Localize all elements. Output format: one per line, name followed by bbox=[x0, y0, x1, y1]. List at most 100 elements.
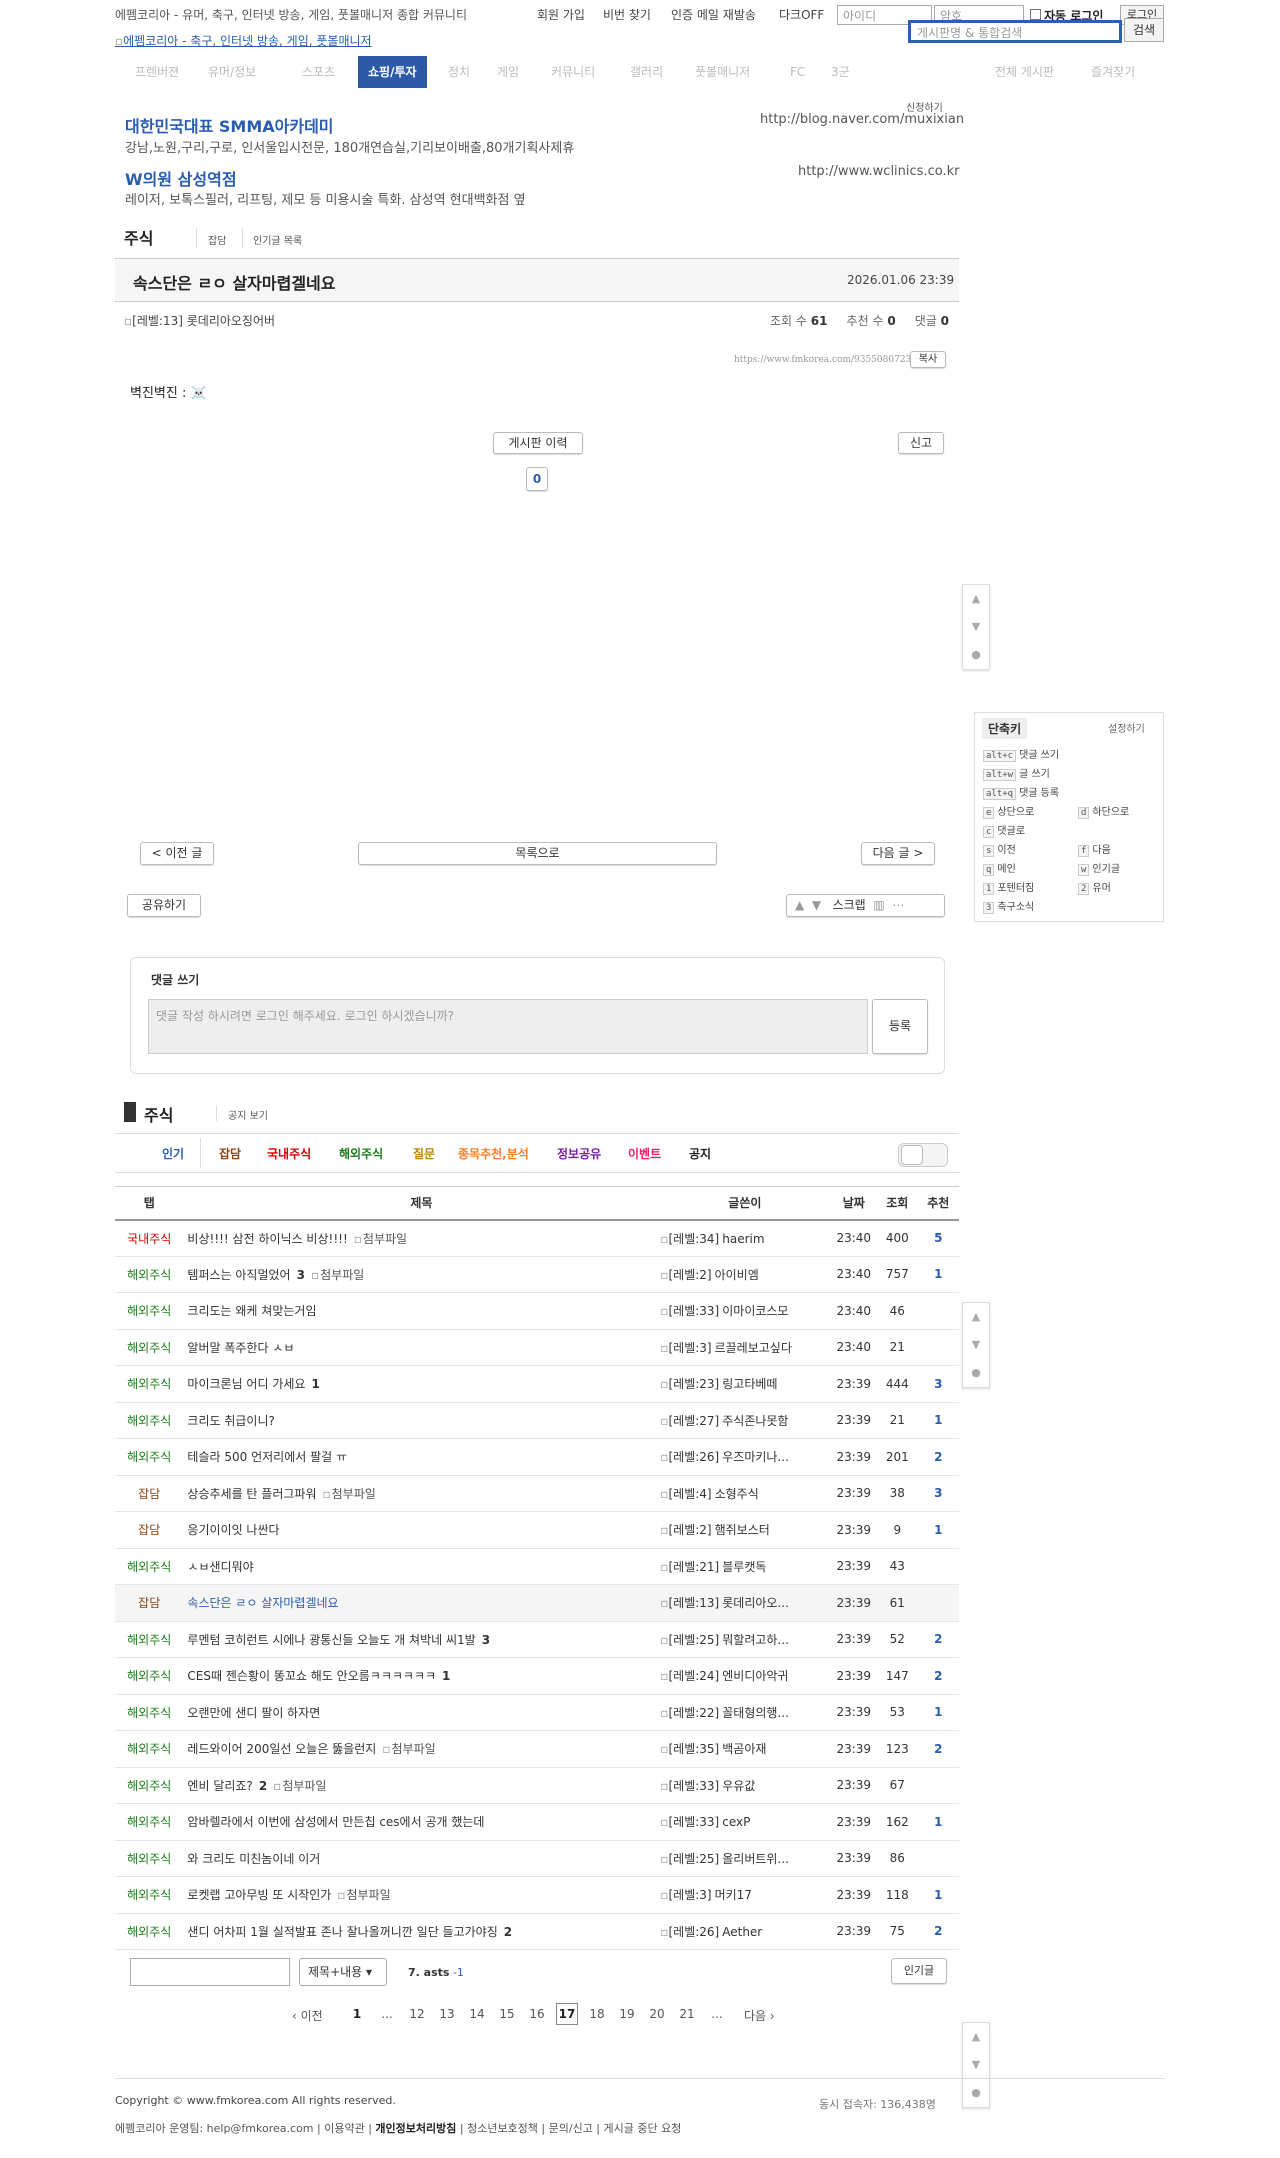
table-row[interactable]: 해외주식CES때 젠슨황이 똥꼬쇼 해도 안오름ㅋㅋㅋㅋㅋㅋ 1 [레벨:24]엔비… bbox=[115, 1657, 959, 1695]
row-title-cell[interactable]: 알버말 폭주한다 ㅅㅂ bbox=[183, 1329, 660, 1366]
tab-notice[interactable]: 공지 bbox=[689, 1145, 711, 1162]
comment-count[interactable]: 3 bbox=[482, 1633, 490, 1647]
row-author[interactable]: 소형주식 bbox=[715, 1487, 759, 1501]
footer-terms[interactable]: 이용약관 bbox=[324, 2122, 364, 2135]
row-author-cell[interactable]: [레벨:27]주식존나못함 bbox=[659, 1402, 831, 1439]
row-author[interactable]: 르끌레보고싶다 bbox=[715, 1341, 792, 1355]
row-category[interactable]: 해외주식 bbox=[115, 1767, 184, 1804]
view-toggle[interactable] bbox=[898, 1143, 948, 1167]
scrap-button[interactable]: 스크랩 bbox=[833, 898, 866, 912]
row-title-cell[interactable]: 크리도 취급이니? bbox=[183, 1402, 660, 1439]
table-row[interactable]: 해외주식알버말 폭주한다 ㅅㅂ [레벨:3] 르끌레보고싶다 23:4021 bbox=[115, 1329, 959, 1366]
comment-count[interactable]: 1 bbox=[442, 1669, 450, 1683]
page-link[interactable]: 1 bbox=[346, 2007, 368, 2021]
page-link[interactable]: 16 bbox=[526, 2007, 548, 2021]
row-title-cell[interactable]: 마이크론님 어디 가세요 1 bbox=[183, 1365, 660, 1403]
table-row[interactable]: 해외주식와 크리도 미친놈이네 이거[레벨:25]올리버트위...23:3986 bbox=[115, 1840, 959, 1877]
row-category[interactable]: 해외주식 bbox=[115, 1913, 184, 1950]
downvote-icon[interactable]: ▼ bbox=[812, 898, 821, 912]
footer-privacy[interactable]: 개인정보처리방침 bbox=[375, 2122, 456, 2135]
nav-item[interactable]: 스포츠 bbox=[292, 56, 345, 88]
row-title-cell[interactable]: 테슬라 500 언저리에서 팔걸 ㅠ bbox=[183, 1438, 660, 1476]
row-author-cell[interactable]: [레벨:26]Aether bbox=[659, 1913, 831, 1950]
row-author-cell[interactable]: [레벨:2] 햄쥐보스터 bbox=[659, 1511, 831, 1549]
row-author[interactable]: 백곰아재 bbox=[722, 1742, 766, 1756]
row-author[interactable]: 우유값 bbox=[722, 1779, 755, 1793]
row-title-cell[interactable]: 와 크리도 미친놈이네 이거 bbox=[183, 1840, 660, 1877]
footer-contact[interactable]: 에펨코리아 운영팀: help@fmkorea.com bbox=[115, 2122, 314, 2135]
notice-link[interactable]: 공지 보기 bbox=[228, 1107, 268, 1122]
list-board-title[interactable]: 주식 bbox=[144, 1102, 173, 1126]
row-title[interactable]: ㅅㅂ샌디뭐야 bbox=[187, 1560, 253, 1574]
search-type-select[interactable]: 제목+내용 ▾ bbox=[299, 1958, 387, 1986]
row-category[interactable]: 잡담 bbox=[115, 1584, 184, 1622]
row-author[interactable]: cexP bbox=[722, 1815, 750, 1829]
table-row[interactable]: 해외주식ㅅㅂ샌디뭐야[레벨:21]블루캣독23:3943 bbox=[115, 1548, 959, 1585]
next-page-link[interactable]: 다음 › bbox=[744, 2007, 775, 2024]
row-title-cell[interactable]: 상승추세를 탄 플러그파워 첨부파일 bbox=[183, 1475, 660, 1512]
page-link[interactable]: 19 bbox=[616, 2007, 638, 2021]
footer-youth[interactable]: 청소년보호정책 bbox=[467, 2122, 538, 2135]
row-category[interactable]: 해외주식 bbox=[115, 1876, 184, 1914]
scroll-bottom-icon[interactable]: ▼ bbox=[963, 1331, 989, 1359]
row-title[interactable]: 크리도는 왜케 쳐맞는거임 bbox=[187, 1304, 316, 1318]
row-title-cell[interactable]: 비상!!!! 삼전 하이닉스 비상!!!! 첨부파일 bbox=[183, 1219, 660, 1257]
row-author[interactable]: haerim bbox=[722, 1232, 764, 1246]
page-link[interactable]: 13 bbox=[436, 2007, 458, 2021]
more-icon[interactable]: ⋯ bbox=[892, 898, 904, 912]
row-author[interactable]: 뭐할려고하... bbox=[722, 1633, 789, 1647]
row-title-cell[interactable]: 루멘텀 코히런트 시에나 광통신들 오늘도 개 쳐박네 씨1발 3 bbox=[183, 1621, 660, 1658]
row-author-cell[interactable]: [레벨:35]백곰아재 bbox=[659, 1730, 831, 1768]
table-row[interactable]: 해외주식샌디 어차피 1월 실적발표 존나 잘나올꺼니깐 일단 들고가야징 2 [레… bbox=[115, 1913, 959, 1950]
list-search-input[interactable] bbox=[130, 1958, 290, 1986]
table-row[interactable]: 해외주식루멘텀 코히런트 시에나 광통신들 오늘도 개 쳐박네 씨1발 3 [레벨:… bbox=[115, 1621, 959, 1658]
row-title[interactable]: 루멘텀 코히런트 시에나 광통신들 오늘도 개 쳐박네 씨1발 bbox=[187, 1633, 475, 1647]
board-link-popular[interactable]: 인기글 목록 bbox=[253, 232, 302, 247]
row-author[interactable]: 올리버트위... bbox=[722, 1852, 789, 1866]
row-author-cell[interactable]: [레벨:24]엔비디아악귀 bbox=[659, 1657, 831, 1695]
table-row[interactable]: 해외주식로켓랩 고아무빙 또 시작인가첨부파일[레벨:3]머키1723:3911… bbox=[115, 1876, 959, 1914]
comment-submit-button[interactable]: 등록 bbox=[872, 999, 928, 1054]
row-title[interactable]: 엔비 달리죠? bbox=[187, 1779, 252, 1793]
site-logo[interactable]: ▫에펨코리아 - 축구, 인터넷 방송, 게임, 풋볼매니저 bbox=[115, 32, 372, 49]
row-category[interactable]: 해외주식 bbox=[115, 1840, 184, 1877]
row-title[interactable]: 로켓랩 고아무빙 또 시작인가 bbox=[187, 1888, 331, 1902]
row-title[interactable]: 상승추세를 탄 플러그파워 bbox=[187, 1487, 316, 1501]
row-category[interactable]: 해외주식 bbox=[115, 1438, 184, 1476]
row-author-cell[interactable]: [레벨:34]haerim bbox=[659, 1219, 831, 1257]
nav-item[interactable]: 갤러리 bbox=[620, 56, 673, 88]
row-category[interactable]: 잡담 bbox=[115, 1475, 184, 1512]
post-author[interactable]: [레벨:13] 롯데리아오징어버 bbox=[124, 312, 275, 329]
row-title-cell[interactable]: 크리도는 왜케 쳐맞는거임 bbox=[183, 1292, 660, 1330]
row-title-cell[interactable]: 샌디 어차피 1월 실적발표 존나 잘나올꺼니깐 일단 들고가야징 2 bbox=[183, 1913, 660, 1950]
tab-info[interactable]: 정보공유 bbox=[557, 1145, 601, 1162]
row-category[interactable]: 해외주식 bbox=[115, 1365, 184, 1403]
row-author-cell[interactable]: [레벨:4] 소형주식 bbox=[659, 1475, 831, 1512]
comment-textarea[interactable]: 댓글 작성 하시려면 로그인 해주세요. 로그인 하시겠습니까? bbox=[148, 999, 868, 1054]
row-category[interactable]: 해외주식 bbox=[115, 1730, 184, 1768]
table-row[interactable]: 해외주식템퍼스는 아직멀었어 3 첨부파일 [레벨:2] 아이비엠 23:407571 bbox=[115, 1256, 959, 1293]
dark-mode-toggle[interactable]: 다크OFF bbox=[779, 6, 824, 23]
row-category[interactable]: 해외주식 bbox=[115, 1803, 184, 1841]
prev-page-link[interactable]: ‹ 이전 bbox=[292, 2007, 323, 2024]
row-author-cell[interactable]: [레벨:26]우즈마키나... bbox=[659, 1438, 831, 1476]
row-author-cell[interactable]: [레벨:33]cexP bbox=[659, 1803, 831, 1841]
table-row[interactable]: 해외주식엔비 달리죠?2첨부파일[레벨:33]우유값23:3967 bbox=[115, 1767, 959, 1804]
scroll-top-icon[interactable]: ▲ bbox=[963, 585, 989, 613]
table-row[interactable]: 해외주식크리도 취급이니?[레벨:27]주식존나못함23:39211 bbox=[115, 1402, 959, 1439]
nav-item[interactable]: 즐겨찾기 bbox=[1081, 56, 1145, 88]
row-title-cell[interactable]: 응기이이잇 나싼다 bbox=[183, 1511, 660, 1549]
nav-item[interactable]: 유머/정보 bbox=[198, 56, 266, 88]
row-title[interactable]: 알버말 폭주한다 ㅅㅂ bbox=[187, 1341, 294, 1355]
comment-icon[interactable]: ● bbox=[963, 1359, 989, 1387]
find-password-link[interactable]: 비번 찾기 bbox=[603, 6, 651, 23]
row-category[interactable]: 해외주식 bbox=[115, 1657, 184, 1695]
copy-link-button[interactable]: 복사 bbox=[910, 351, 946, 368]
row-title[interactable]: 템퍼스는 아직멀었어 bbox=[187, 1268, 290, 1282]
row-author-cell[interactable]: [레벨:23]링고타베떼 bbox=[659, 1365, 831, 1403]
prev-post-button[interactable]: < 이전 글 bbox=[140, 842, 214, 865]
row-title-cell[interactable]: CES때 젠슨황이 똥꼬쇼 해도 안오름ㅋㅋㅋㅋㅋㅋ 1 bbox=[183, 1657, 660, 1695]
permalink[interactable]: https://www.fmkorea.com/9355080723 bbox=[734, 355, 911, 365]
row-title[interactable]: 테슬라 500 언저리에서 팔걸 ㅠ bbox=[187, 1450, 347, 1464]
tab-event[interactable]: 이벤트 bbox=[628, 1145, 661, 1162]
